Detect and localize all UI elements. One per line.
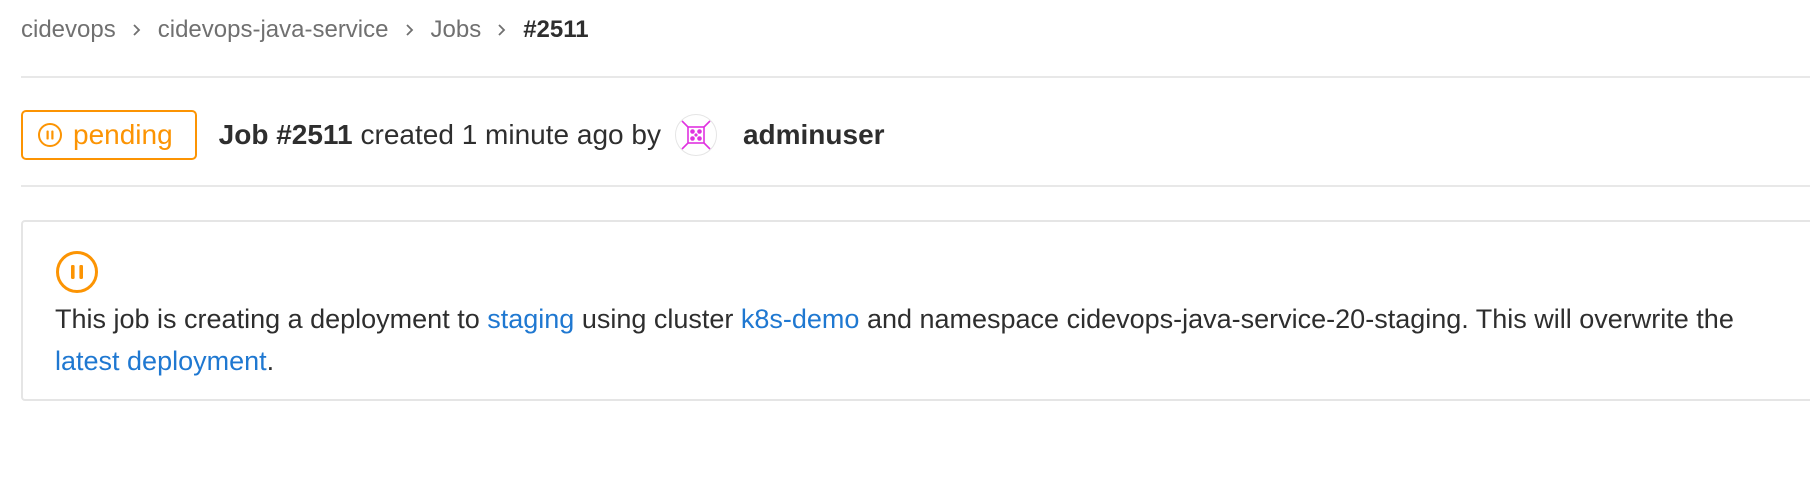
status-pending-icon xyxy=(38,123,62,147)
environment-text: and namespace cidevops-java-service-20-s… xyxy=(859,304,1734,334)
environment-text: using cluster xyxy=(574,304,741,334)
chevron-right-icon xyxy=(116,23,158,37)
breadcrumb-group[interactable]: cidevops xyxy=(21,16,116,44)
environment-info-box: This job is creating a deployment to sta… xyxy=(21,220,1810,401)
breadcrumb-project[interactable]: cidevops-java-service xyxy=(158,16,389,44)
environment-text: This job is creating a deployment to xyxy=(55,304,488,334)
username-link[interactable]: adminuser xyxy=(743,119,885,151)
environment-text: . xyxy=(266,346,275,376)
breadcrumb: cidevops cidevops-java-service Jobs #251… xyxy=(21,14,589,46)
chevron-right-icon xyxy=(389,23,431,37)
status-label: pending xyxy=(73,119,173,150)
status-badge[interactable]: pending xyxy=(21,110,197,160)
job-meta: created 1 minute ago by xyxy=(360,119,661,150)
divider xyxy=(21,76,1810,78)
status-pending-icon xyxy=(55,250,99,299)
chevron-right-icon xyxy=(481,23,523,37)
job-header: pending Job #2511 created 1 minute ago b… xyxy=(21,110,885,160)
environment-message: This job is creating a deployment to sta… xyxy=(55,298,1755,382)
identicon-avatar xyxy=(681,120,711,150)
avatar[interactable] xyxy=(674,114,717,156)
latest-deployment-link[interactable]: latest deployment xyxy=(55,346,267,376)
breadcrumb-jobs[interactable]: Jobs xyxy=(431,16,482,44)
cluster-link[interactable]: k8s-demo xyxy=(741,304,860,334)
job-title: Job #2511 xyxy=(218,119,353,150)
divider xyxy=(21,185,1810,187)
breadcrumb-current-job[interactable]: #2511 xyxy=(523,16,588,44)
environment-link[interactable]: staging xyxy=(487,304,574,334)
